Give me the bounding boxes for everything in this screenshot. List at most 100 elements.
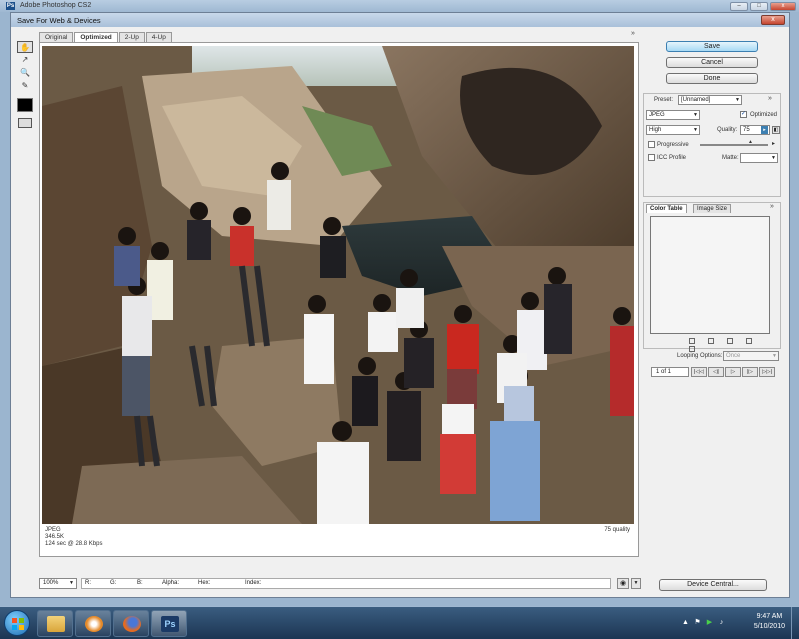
file-format-select[interactable]: JPEG ▼ <box>646 110 700 120</box>
taskbar-explorer[interactable] <box>37 610 73 637</box>
readout-index: Index: <box>245 580 262 586</box>
taskbar-photoshop[interactable]: Ps <box>151 610 187 637</box>
zoom-tool-icon[interactable]: 🔍 <box>17 67 33 79</box>
chevron-down-icon: ▼ <box>693 127 698 133</box>
tab-color-table[interactable]: Color Table <box>646 204 687 213</box>
maximize-icon[interactable]: □ <box>750 2 768 11</box>
readout-r: R: <box>85 580 91 586</box>
zoom-select[interactable]: 100% ▼ <box>39 578 77 589</box>
first-frame-icon[interactable]: |◁◁ <box>691 367 707 377</box>
group-photo-illustration <box>42 46 634 524</box>
color-table-grid[interactable] <box>650 216 770 334</box>
web-shift-icon[interactable] <box>707 338 714 344</box>
previous-frame-icon[interactable]: ◁| <box>708 367 724 377</box>
dialog-titlebar: Save For Web & Devices x <box>11 13 789 27</box>
color-table-menu-icon[interactable]: » <box>770 203 774 210</box>
optimized-preview-image[interactable] <box>42 46 634 524</box>
save-button[interactable]: Save <box>666 41 758 52</box>
quality-value: 75 <box>743 127 750 133</box>
matte-label: Matte: <box>722 155 739 161</box>
progressive-label: Progressive <box>657 142 689 148</box>
quality-slider[interactable] <box>700 144 768 146</box>
status-bar: 100% ▼ R: G: B: Alpha: Hex: Index: ◉ ▼ <box>39 578 647 590</box>
progressive-checkbox[interactable] <box>648 141 655 148</box>
optimized-info: JPEG 346.5K 124 sec @ 28.8 Kbps <box>45 527 102 548</box>
minimize-icon[interactable]: – <box>730 2 748 11</box>
tab-optimized[interactable]: Optimized <box>74 32 118 42</box>
save-for-web-dialog: Save For Web & Devices x ✋ ↗ 🔍 ✎ Origina… <box>10 12 790 598</box>
last-frame-icon[interactable]: ▷▷| <box>759 367 775 377</box>
delete-color-icon[interactable] <box>689 346 695 352</box>
looping-options-label: Looping Options: <box>677 353 723 359</box>
windows-logo-icon <box>12 618 24 630</box>
slider-right-arrow-icon[interactable]: ▸ <box>772 140 775 147</box>
taskbar-media-player[interactable] <box>75 610 111 637</box>
app-close-icon[interactable]: x <box>770 2 796 11</box>
compression-quality-select[interactable]: High ▼ <box>646 125 700 135</box>
icc-profile-checkbox[interactable] <box>648 154 655 161</box>
chevron-down-icon: ▼ <box>772 353 777 359</box>
chevron-down-icon: ▼ <box>69 580 74 586</box>
looping-options-value: Once <box>726 353 741 359</box>
cancel-button[interactable]: Cancel <box>666 57 758 68</box>
photoshop-taskbar-icon: Ps <box>161 616 179 632</box>
toolbox: ✋ ↗ 🔍 ✎ <box>17 41 35 128</box>
media-player-icon <box>85 616 103 632</box>
browser-menu-chevron-icon[interactable]: ▼ <box>631 578 641 589</box>
readout-g: G: <box>110 580 117 586</box>
chevron-down-icon: ▼ <box>693 112 698 118</box>
clock[interactable]: 9:47 AM 5/10/2010 <box>754 612 785 632</box>
dialog-title: Save For Web & Devices <box>17 16 101 25</box>
lock-color-icon[interactable] <box>726 338 733 344</box>
preview-in-browser-icon[interactable]: ◉ <box>617 578 629 589</box>
tab-4-up[interactable]: 4-Up <box>145 32 172 42</box>
preset-label: Preset: <box>654 97 674 103</box>
map-transparency-icon[interactable] <box>689 338 695 344</box>
preview-quality-note: 75 quality <box>604 527 630 533</box>
looping-options-select[interactable]: Once ▼ <box>723 351 779 361</box>
frame-count: 1 of 1 <box>651 367 689 377</box>
tab-image-size[interactable]: Image Size <box>693 204 732 213</box>
hand-tool-icon[interactable]: ✋ <box>17 41 33 53</box>
volume-icon[interactable]: ♪ <box>717 618 726 627</box>
done-button[interactable]: Done <box>666 73 758 84</box>
quality-slider-thumb-icon[interactable]: ▲ <box>748 139 753 145</box>
matte-select[interactable]: ▼ <box>740 153 778 163</box>
clock-date: 5/10/2010 <box>753 623 785 630</box>
start-button[interactable] <box>4 610 30 636</box>
settings-menu-icon[interactable]: » <box>768 95 772 102</box>
tab-2-up[interactable]: 2-Up <box>118 32 145 42</box>
color-table-panel: Color Table Image Size » <box>643 202 781 352</box>
optimized-checkbox[interactable]: ✓ <box>740 111 747 118</box>
preview-format: JPEG <box>45 527 61 533</box>
quality-input[interactable]: 75 ▸ <box>740 125 770 135</box>
quality-mask-icon[interactable]: ◧ <box>772 126 780 134</box>
new-color-icon[interactable] <box>745 338 752 344</box>
zoom-value: 100% <box>43 580 59 586</box>
taskbar-firefox[interactable] <box>113 610 149 637</box>
network-icon[interactable]: ▶ <box>705 618 714 627</box>
quality-label: Quality: <box>717 127 738 133</box>
slice-select-tool-icon[interactable]: ↗ <box>17 54 33 66</box>
show-desktop-button[interactable] <box>791 607 799 639</box>
show-hidden-icons-icon[interactable]: ▲ <box>681 618 690 627</box>
readout-alpha: Alpha: <box>162 580 180 586</box>
photoshop-icon: Ps <box>6 2 15 10</box>
quality-slider-toggle-icon[interactable]: ▸ <box>761 126 768 134</box>
eyedropper-tool-icon[interactable]: ✎ <box>17 80 33 92</box>
windows-taskbar: Ps ▲ ⚑ ▶ ♪ 9:47 AM 5/10/2010 <box>0 606 799 639</box>
preview-download-time: 124 sec @ 28.8 Kbps <box>45 541 103 547</box>
firefox-icon <box>123 616 141 632</box>
tab-original[interactable]: Original <box>39 32 74 42</box>
eyedropper-color-swatch[interactable] <box>17 98 33 112</box>
play-icon[interactable]: ▷ <box>725 367 741 377</box>
preset-select[interactable]: [Unnamed] ▼ <box>678 95 742 105</box>
preview-menu-icon[interactable]: » <box>631 30 635 37</box>
preview-file-size: 346.5K <box>45 534 65 540</box>
next-frame-icon[interactable]: |▷ <box>742 367 758 377</box>
dialog-close-button[interactable]: x <box>761 15 785 25</box>
flag-icon[interactable]: ⚑ <box>693 618 702 627</box>
device-central-button[interactable]: Device Central... <box>659 579 767 591</box>
preview-pane: JPEG 346.5K 124 sec @ 28.8 Kbps 75 quali… <box>39 42 639 557</box>
toggle-slices-icon[interactable] <box>18 118 32 128</box>
